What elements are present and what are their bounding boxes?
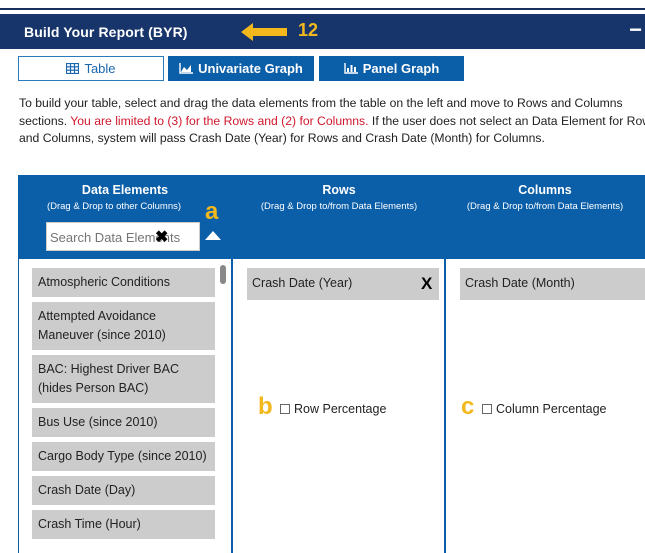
annotation-c: c bbox=[461, 393, 475, 420]
row-percentage-option[interactable]: Row Percentage bbox=[280, 402, 386, 416]
columns-chip[interactable]: Crash Date (Month) X bbox=[460, 268, 645, 300]
instructions-warning: You are limited to (3) for the Rows and … bbox=[70, 113, 369, 128]
scrollbar[interactable] bbox=[220, 265, 226, 553]
columns-chip-label: Crash Date (Month) bbox=[465, 276, 575, 290]
table-icon bbox=[66, 63, 80, 74]
panel-divider bbox=[231, 175, 233, 553]
annotation-arrow-icon bbox=[241, 23, 287, 41]
tab-panel-graph[interactable]: Panel Graph bbox=[319, 56, 464, 81]
data-elements-title: Data Elements bbox=[81, 183, 169, 197]
tab-panel-label: Panel Graph bbox=[362, 61, 440, 76]
column-percentage-label: Column Percentage bbox=[496, 402, 607, 416]
row-percentage-checkbox[interactable] bbox=[280, 404, 290, 414]
tab-table[interactable]: Table bbox=[18, 56, 164, 81]
annotation-number: 12 bbox=[298, 20, 319, 40]
rows-title: Rows bbox=[322, 183, 356, 197]
chevron-up-icon[interactable] bbox=[205, 231, 221, 240]
report-header: Build Your Report (BYR) 12 − bbox=[0, 14, 645, 49]
list-item[interactable]: Bus Use (since 2010) bbox=[32, 408, 215, 437]
list-item[interactable]: Atmospheric Conditions bbox=[32, 268, 215, 297]
search-clear-icon[interactable]: ✖ bbox=[155, 227, 168, 247]
columns-panel: Columns (Drag & Drop to/from Data Elemen… bbox=[446, 175, 645, 553]
search-box: ✖ bbox=[46, 222, 200, 251]
data-elements-subtitle: (Drag & Drop to other Columns) bbox=[46, 201, 182, 212]
data-elements-list-area: Atmospheric Conditions Attempted Avoidan… bbox=[18, 259, 232, 553]
rows-panel: Rows (Drag & Drop to/from Data Elements)… bbox=[233, 175, 445, 553]
rows-chip[interactable]: Crash Date (Year) X bbox=[247, 268, 439, 300]
panel-divider bbox=[444, 175, 446, 553]
instructions-text: To build your table, select and drag the… bbox=[19, 95, 645, 148]
rows-header: Rows (Drag & Drop to/from Data Elements) bbox=[233, 175, 445, 259]
list-item[interactable]: Cargo Body Type (since 2010) bbox=[32, 442, 215, 471]
data-elements-panel: Data Elements (Drag & Drop to other Colu… bbox=[18, 175, 232, 553]
tab-univariate-label: Univariate Graph bbox=[198, 61, 303, 76]
panel-divider bbox=[18, 175, 19, 553]
column-percentage-checkbox[interactable] bbox=[482, 404, 492, 414]
column-percentage-option[interactable]: Column Percentage bbox=[482, 402, 606, 416]
columns-drop-zone[interactable]: Crash Date (Month) X c Column Percentage bbox=[446, 259, 645, 553]
tab-univariate-graph[interactable]: Univariate Graph bbox=[168, 56, 314, 81]
annotation-a: a bbox=[205, 198, 219, 225]
list-item[interactable]: Attempted Avoidance Maneuver (since 2010… bbox=[32, 302, 215, 350]
rows-chip-label: Crash Date (Year) bbox=[252, 276, 353, 290]
data-elements-list: Atmospheric Conditions Attempted Avoidan… bbox=[32, 268, 215, 544]
top-rule bbox=[0, 8, 645, 10]
bar-chart-icon bbox=[344, 63, 358, 74]
columns-title: Columns bbox=[518, 183, 572, 197]
list-item[interactable]: BAC: Highest Driver BAC (hides Person BA… bbox=[32, 355, 215, 403]
rows-subtitle: (Drag & Drop to/from Data Elements) bbox=[260, 201, 418, 212]
row-percentage-label: Row Percentage bbox=[294, 402, 387, 416]
columns-subtitle: (Drag & Drop to/from Data Elements) bbox=[466, 201, 624, 212]
tab-table-label: Table bbox=[84, 61, 116, 76]
columns-header: Columns (Drag & Drop to/from Data Elemen… bbox=[446, 175, 645, 259]
rows-drop-zone[interactable]: Crash Date (Year) X b Row Percentage bbox=[233, 259, 445, 553]
page-title: Build Your Report (BYR) bbox=[24, 24, 188, 40]
area-chart-icon bbox=[179, 63, 194, 74]
scrollbar-thumb[interactable] bbox=[220, 265, 226, 284]
data-elements-header: Data Elements (Drag & Drop to other Colu… bbox=[18, 175, 232, 259]
collapse-button[interactable]: − bbox=[629, 17, 642, 43]
list-item[interactable]: Crash Date (Day) bbox=[32, 476, 215, 505]
annotation-b: b bbox=[258, 393, 273, 420]
remove-row-icon[interactable]: X bbox=[421, 274, 432, 294]
list-item[interactable]: Crash Time (Hour) bbox=[32, 510, 215, 539]
